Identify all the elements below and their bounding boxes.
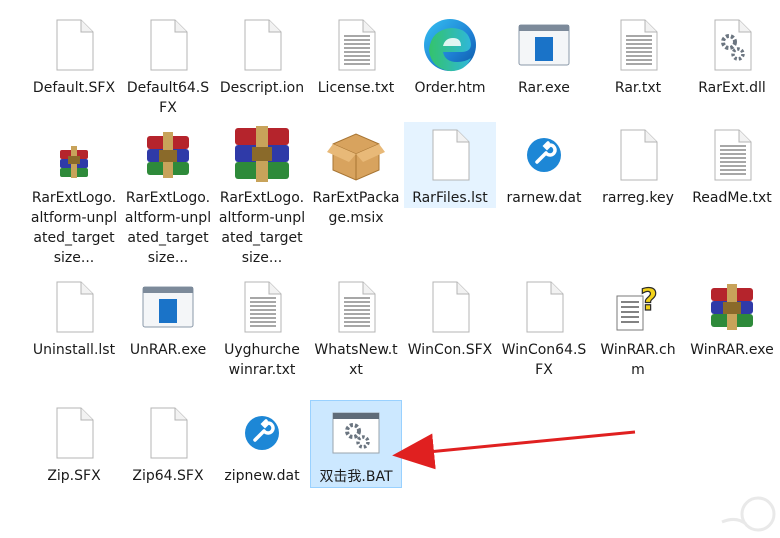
text-file-icon [327, 16, 385, 74]
file-item[interactable]: rarnew.dat [498, 122, 590, 208]
file-item[interactable]: 双击我.BAT [310, 400, 402, 488]
file-name-label: License.txt [317, 80, 395, 96]
blank-file-icon [45, 16, 103, 74]
file-name-label: 双击我.BAT [319, 469, 393, 485]
help-file-icon: ? [609, 278, 667, 336]
file-item[interactable]: ReadMe.txt [686, 122, 778, 208]
file-item[interactable]: WinCon64.SFX [498, 274, 590, 380]
gear-file-icon [703, 16, 761, 74]
file-item[interactable]: Default64.SFX [122, 12, 214, 118]
file-name-label: zipnew.dat [224, 468, 300, 484]
file-name-label: Uyghurche winrar.txt [224, 342, 300, 378]
blank-file-icon [515, 278, 573, 336]
edge-browser-icon [421, 16, 479, 74]
svg-text:?: ? [640, 283, 657, 318]
file-item[interactable]: Default.SFX [28, 12, 120, 98]
blank-file-icon [609, 126, 667, 184]
file-icon-grid: Default.SFX Default64.SFX Descript.ion Lice… [0, 0, 780, 538]
console-app-icon [139, 278, 197, 336]
file-item[interactable]: ? WinRAR.chm [592, 274, 684, 380]
file-item[interactable]: Zip64.SFX [122, 400, 214, 486]
file-item[interactable]: RarExt.dll [686, 12, 778, 98]
file-name-label: Rar.txt [614, 80, 662, 96]
file-name-label: RarExtLogo.altform-unplated_targetsize..… [124, 190, 212, 266]
file-item[interactable]: RarExtLogo.altform-unplated_targetsize..… [216, 122, 308, 268]
file-name-label: rarnew.dat [506, 190, 582, 206]
file-item[interactable]: Zip.SFX [28, 400, 120, 486]
file-item[interactable]: rarreg.key [592, 122, 684, 208]
file-item[interactable]: WhatsNew.txt [310, 274, 402, 380]
watermark-icon [721, 496, 776, 532]
file-name-label: RarExtPackage.msix [312, 190, 400, 226]
file-item[interactable]: RarExtPackage.msix [310, 122, 402, 228]
wrench-circle-icon [233, 404, 291, 462]
file-item[interactable]: RarExtLogo.altform-unplated_targetsize..… [28, 122, 120, 268]
file-item[interactable]: UnRAR.exe [122, 274, 214, 360]
blank-file-icon [45, 404, 103, 462]
blank-file-icon [139, 16, 197, 74]
text-file-icon [327, 278, 385, 336]
batch-gear-icon [327, 405, 385, 463]
blank-file-icon [233, 16, 291, 74]
file-name-label: RarFiles.lst [412, 190, 488, 206]
file-name-label: WhatsNew.txt [314, 342, 398, 378]
file-item[interactable]: Uninstall.lst [28, 274, 120, 360]
wrench-circle-icon [515, 126, 573, 184]
winrar-books-large-icon [233, 126, 291, 184]
file-name-label: WinCon.SFX [407, 342, 493, 358]
file-name-label: Zip64.SFX [132, 468, 204, 484]
file-item[interactable]: RarFiles.lst [404, 122, 496, 208]
file-name-label: Default64.SFX [126, 80, 210, 116]
file-name-label: WinRAR.exe [690, 342, 774, 358]
file-item[interactable]: Uyghurche winrar.txt [216, 274, 308, 380]
console-app-icon [515, 16, 573, 74]
file-item[interactable]: WinCon.SFX [404, 274, 496, 360]
file-name-label: WinCon64.SFX [501, 342, 587, 378]
file-item[interactable]: Descript.ion [216, 12, 308, 98]
file-item[interactable]: Order.htm [404, 12, 496, 98]
file-name-label: RarExtLogo.altform-unplated_targetsize..… [30, 190, 118, 266]
blank-file-icon [421, 278, 479, 336]
file-name-label: UnRAR.exe [129, 342, 207, 358]
file-name-label: Uninstall.lst [32, 342, 116, 358]
file-item[interactable]: Rar.txt [592, 12, 684, 98]
file-item[interactable]: WinRAR.exe [686, 274, 778, 360]
file-item[interactable]: RarExtLogo.altform-unplated_targetsize..… [122, 122, 214, 268]
file-name-label: RarExt.dll [698, 80, 766, 96]
blank-file-icon [45, 278, 103, 336]
winrar-books-icon [139, 126, 197, 184]
file-name-label: Default.SFX [32, 80, 116, 96]
text-file-icon [703, 126, 761, 184]
file-name-label: Zip.SFX [47, 468, 101, 484]
blank-file-icon [421, 126, 479, 184]
file-name-label: Descript.ion [219, 80, 305, 96]
file-item[interactable]: zipnew.dat [216, 400, 308, 486]
file-item[interactable]: License.txt [310, 12, 402, 98]
text-file-icon [233, 278, 291, 336]
package-box-icon [327, 126, 385, 184]
file-name-label: ReadMe.txt [692, 190, 772, 206]
blank-file-icon [139, 404, 197, 462]
text-file-icon [609, 16, 667, 74]
file-name-label: RarExtLogo.altform-unplated_targetsize..… [218, 190, 306, 266]
file-name-label: WinRAR.chm [600, 342, 676, 378]
file-name-label: rarreg.key [602, 190, 674, 206]
file-name-label: Order.htm [414, 80, 486, 96]
file-name-label: Rar.exe [518, 80, 570, 96]
file-item[interactable]: Rar.exe [498, 12, 590, 98]
winrar-books-icon [703, 278, 761, 336]
winrar-small-icon [45, 126, 103, 184]
